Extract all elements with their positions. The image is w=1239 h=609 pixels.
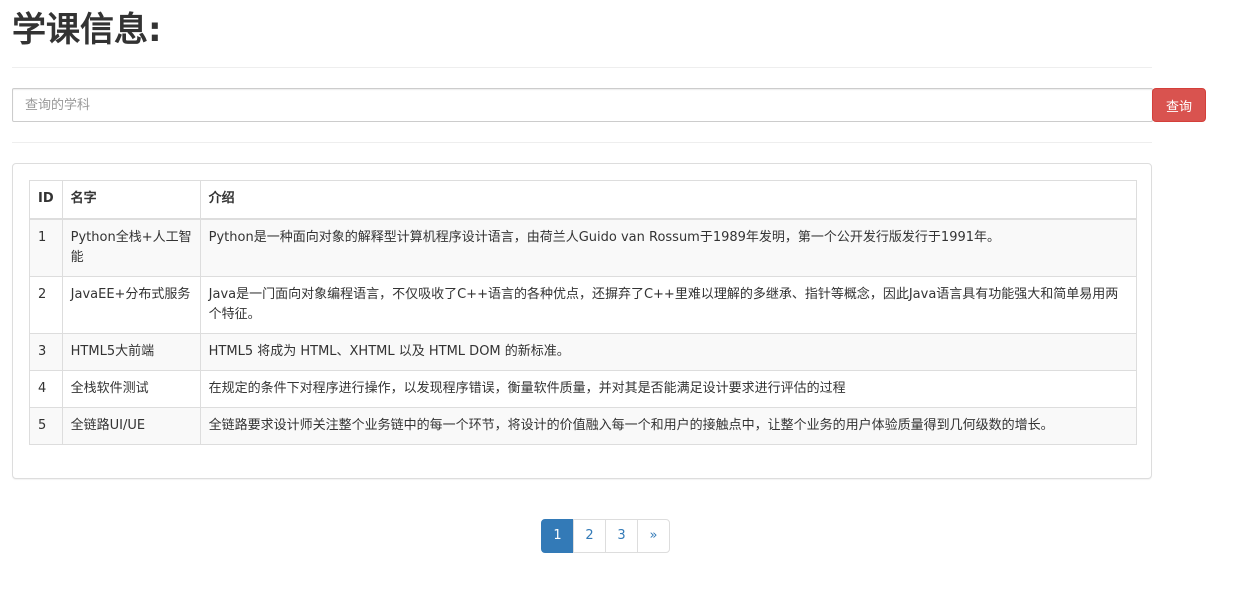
cell-name: Python全栈+人工智能 [61,218,201,277]
subjects-table: ID 名字 介绍 1 Python全栈+人工智能 Python是一种面向对象的解… [29,180,1138,445]
header-id: ID [29,180,63,220]
header-name: 名字 [61,180,201,220]
cell-intro: 在规定的条件下对程序进行操作，以发现程序错误，衡量软件质量，并对其是否能满足设计… [199,369,1138,408]
table-row: 1 Python全栈+人工智能 Python是一种面向对象的解释型计算机程序设计… [29,218,1138,277]
page-link-3[interactable]: 3 [605,519,638,553]
search-button[interactable]: 查询 [1152,88,1206,122]
cell-name: 全链路UI/UE [61,406,201,445]
divider [12,67,1152,68]
page-title: 学课信息: [12,10,162,50]
subjects-panel: ID 名字 介绍 1 Python全栈+人工智能 Python是一种面向对象的解… [12,163,1152,479]
table-row: 4 全栈软件测试 在规定的条件下对程序进行操作，以发现程序错误，衡量软件质量，并… [29,369,1138,408]
cell-name: 全栈软件测试 [61,369,201,408]
page-link-2[interactable]: 2 [573,519,606,553]
cell-intro: HTML5 将成为 HTML、XHTML 以及 HTML DOM 的新标准。 [199,332,1138,371]
table-header-row: ID 名字 介绍 [29,180,1138,220]
cell-id: 5 [29,406,63,445]
page-link-1[interactable]: 1 [541,519,574,553]
cell-id: 3 [29,332,63,371]
cell-id: 1 [29,218,63,277]
pagination: 1 2 3 » [541,519,670,553]
table-row: 5 全链路UI/UE 全链路要求设计师关注整个业务链中的每一个环节，将设计的价值… [29,406,1138,445]
cell-name: JavaEE+分布式服务 [61,275,201,334]
divider [12,142,1152,143]
cell-intro: 全链路要求设计师关注整个业务链中的每一个环节，将设计的价值融入每一个和用户的接触… [199,406,1138,445]
cell-id: 4 [29,369,63,408]
table-row: 2 JavaEE+分布式服务 Java是一门面向对象编程语言，不仅吸收了C++语… [29,275,1138,334]
cell-name: HTML5大前端 [61,332,201,371]
cell-intro: Python是一种面向对象的解释型计算机程序设计语言，由荷兰人Guido van… [199,218,1138,277]
header-intro: 介绍 [199,180,1138,220]
cell-id: 2 [29,275,63,334]
table-row: 3 HTML5大前端 HTML5 将成为 HTML、XHTML 以及 HTML … [29,332,1138,371]
search-input[interactable] [12,88,1153,122]
next-page-link[interactable]: » [637,519,670,553]
cell-intro: Java是一门面向对象编程语言，不仅吸收了C++语言的各种优点，还摒弃了C++里… [199,275,1138,334]
